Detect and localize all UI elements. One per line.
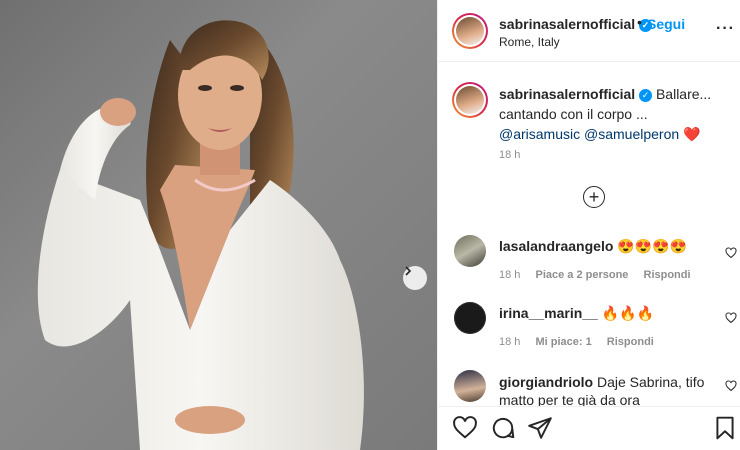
comment-username[interactable]: irina__marin__ [499, 305, 598, 321]
follow-button[interactable]: Segui [647, 16, 685, 32]
comment-username[interactable]: lasalandraangelo [499, 238, 613, 254]
post-location[interactable]: Rome, Italy [499, 35, 560, 49]
comment-bubble-icon[interactable] [490, 415, 516, 441]
like-heart-icon[interactable] [452, 415, 478, 441]
comment-time[interactable]: 18 h [499, 336, 520, 348]
reply-button[interactable]: Rispondi [644, 269, 691, 281]
comment-body: lasalandraangelo 😍😍😍😍 [499, 238, 687, 255]
chevron-right-icon [405, 266, 412, 276]
post-side-panel: sabrinasalernofficial ✓ • Segui Rome, It… [437, 0, 740, 450]
author-username[interactable]: sabrinasalernofficial ✓ [499, 16, 653, 32]
post-caption: sabrinasalernofficial ✓ Ballare... canta… [499, 84, 729, 144]
comment-text: 🔥🔥🔥 [601, 305, 655, 321]
heart-emoji: ❤️ [683, 126, 701, 142]
reply-button[interactable]: Rispondi [607, 336, 654, 348]
plus-circle-icon: + [588, 187, 600, 207]
mention-link[interactable]: @samuelperon [584, 126, 679, 142]
share-paper-plane-icon[interactable] [527, 415, 553, 441]
save-bookmark-icon[interactable] [712, 415, 738, 441]
commenter-avatar[interactable] [454, 302, 486, 334]
caption-avatar[interactable] [454, 84, 486, 116]
comment-body: irina__marin__ 🔥🔥🔥 [499, 305, 654, 322]
caption-timestamp[interactable]: 18 h [499, 149, 520, 161]
separator-dot: • [637, 14, 642, 30]
photo-illustration [37, 20, 364, 450]
comment-time[interactable]: 18 h [499, 269, 520, 281]
like-comment-heart-icon[interactable] [725, 247, 737, 259]
post-photo[interactable] [0, 0, 437, 450]
next-photo-button[interactable] [403, 266, 427, 290]
like-comment-heart-icon[interactable] [725, 380, 737, 392]
caption-username[interactable]: sabrinasalernofficial [499, 86, 635, 102]
comment-body: giorgiandriolo Daje Sabrina, tifo matto … [499, 373, 719, 406]
like-comment-heart-icon[interactable] [725, 312, 737, 324]
comment-text: 😍😍😍😍 [617, 238, 688, 254]
comment-meta: 18 h Mi piace: 1 Rispondi [499, 336, 666, 348]
commenter-avatar[interactable] [454, 235, 486, 267]
post-action-bar [438, 406, 740, 450]
author-avatar[interactable] [454, 15, 486, 47]
load-more-comments-button[interactable]: + [583, 186, 605, 208]
mention-link[interactable]: @arisamusic [499, 126, 580, 142]
comment-item: giorgiandriolo Daje Sabrina, tifo matto … [438, 370, 740, 406]
comment-meta: 18 h Piace a 2 persone Rispondi [499, 269, 703, 281]
comment-likes[interactable]: Piace a 2 persone [535, 269, 628, 281]
post-header: sabrinasalernofficial ✓ • Segui Rome, It… [438, 0, 740, 62]
verified-badge-icon: ✓ [639, 88, 653, 102]
comment-likes[interactable]: Mi piace: 1 [535, 336, 591, 348]
commenter-avatar[interactable] [454, 370, 486, 402]
more-options-icon[interactable]: ··· [716, 20, 735, 38]
comment-username[interactable]: giorgiandriolo [499, 374, 593, 390]
